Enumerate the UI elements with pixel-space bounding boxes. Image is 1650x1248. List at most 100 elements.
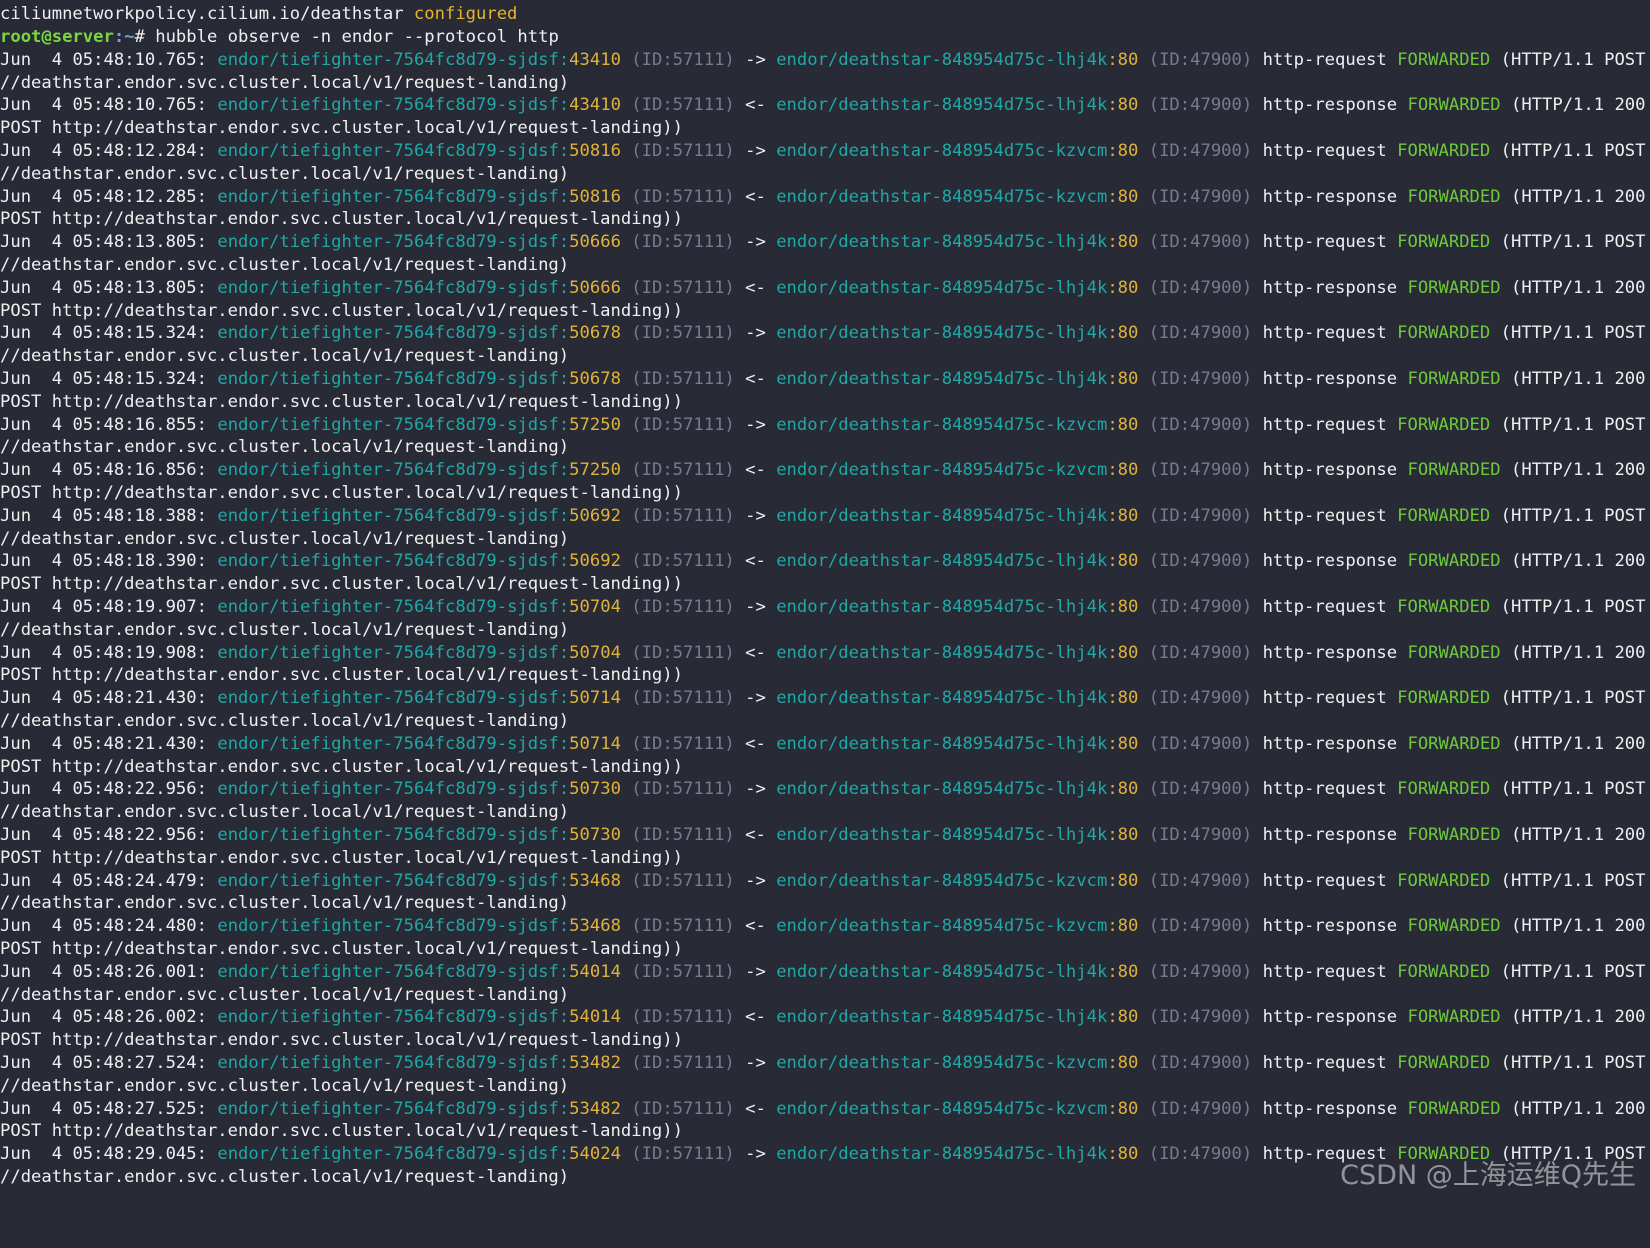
flow-destination-prefix: endor/deathstar-848954d75c- <box>776 323 1056 344</box>
flow-destination-pod: lhj4k <box>1055 733 1108 754</box>
flow-summary: (HTTP/1.1 POST http: <box>1500 141 1646 161</box>
flow-source-identity: (ID:57111) <box>631 961 735 982</box>
flow-summary: (HTTP/1.1 POST http: <box>1500 597 1646 617</box>
flow-destination-prefix: endor/deathstar-848954d75c- <box>776 414 1056 435</box>
flow-time: 05:48:27.524: <box>72 1053 207 1073</box>
flow-url: //deathstar.endor.svc.cluster.local/v1/r… <box>0 1167 570 1187</box>
flow-line: Jun 4 05:48:18.388: endor/tiefighter-756… <box>0 504 1650 528</box>
flow-destination-port: :80 <box>1107 505 1139 526</box>
flow-destination-prefix: endor/deathstar-848954d75c- <box>776 141 1056 161</box>
flow-direction: -> <box>745 1144 766 1165</box>
flow-direction: -> <box>745 505 766 526</box>
flow-line: Jun 4 05:48:10.765: endor/tiefighter-756… <box>0 93 1650 117</box>
flow-destination-pod: lhj4k <box>1055 232 1108 253</box>
flow-source-port: 57250 <box>569 460 621 481</box>
flow-destination-port: :80 <box>1107 916 1139 937</box>
flow-line: Jun 4 05:48:24.479: endor/tiefighter-756… <box>0 869 1650 893</box>
flow-source-pod: endor/tiefighter-7564fc8d79-sjdsf: <box>217 961 570 982</box>
flow-direction: <- <box>745 277 766 298</box>
flow-source-pod: endor/tiefighter-7564fc8d79-sjdsf: <box>217 1144 570 1165</box>
flow-destination-identity: (ID:47900) <box>1148 733 1253 754</box>
flow-wrap-line: //deathstar.endor.svc.cluster.local/v1/r… <box>0 983 569 1007</box>
flow-destination-identity: (ID:47900) <box>1148 779 1253 800</box>
flow-type: http-request <box>1262 323 1387 344</box>
flow-source-identity: (ID:57111) <box>631 232 735 253</box>
flow-direction: <- <box>745 825 766 845</box>
flow-destination-prefix: endor/deathstar-848954d75c- <box>776 505 1056 526</box>
flow-destination-prefix: endor/deathstar-848954d75c- <box>776 49 1056 70</box>
flow-destination-port: :80 <box>1107 733 1139 754</box>
flow-url: //deathstar.endor.svc.cluster.local/v1/r… <box>0 346 570 367</box>
flow-url: POST http://deathstar.endor.svc.cluster.… <box>0 574 683 595</box>
flow-source-identity: (ID:57111) <box>631 733 735 754</box>
flow-source-identity: (ID:57111) <box>631 1053 735 1073</box>
flow-destination-port: :80 <box>1107 642 1139 663</box>
flow-type: http-request <box>1262 505 1387 526</box>
flow-summary: (HTTP/1.1 200 1ms ( <box>1510 95 1646 116</box>
flow-destination-pod: kzvcm <box>1055 1053 1108 1073</box>
flow-wrap-line: //deathstar.endor.svc.cluster.local/v1/r… <box>0 162 569 186</box>
flow-source-port: 53482 <box>569 1098 621 1119</box>
flow-wrap-line: //deathstar.endor.svc.cluster.local/v1/r… <box>0 800 569 824</box>
flow-verdict: FORWARDED <box>1407 825 1501 845</box>
flow-time: 05:48:18.390: <box>72 551 207 572</box>
flow-destination-port: :80 <box>1107 49 1139 70</box>
flow-type: http-request <box>1262 688 1387 709</box>
flow-url: //deathstar.endor.svc.cluster.local/v1/r… <box>0 255 570 275</box>
flow-source-port: 50666 <box>569 277 621 298</box>
flow-destination-pod: lhj4k <box>1055 277 1108 298</box>
flow-destination-prefix: endor/deathstar-848954d75c- <box>776 688 1056 709</box>
flow-summary: (HTTP/1.1 POST http: <box>1500 688 1646 709</box>
flow-url: //deathstar.endor.svc.cluster.local/v1/r… <box>0 163 570 184</box>
flow-destination-port: :80 <box>1107 369 1139 389</box>
flow-destination-port: :80 <box>1107 186 1139 207</box>
flow-url: //deathstar.endor.svc.cluster.local/v1/r… <box>0 437 570 458</box>
flow-wrap-line: //deathstar.endor.svc.cluster.local/v1/r… <box>0 1165 569 1189</box>
flow-destination-identity: (ID:47900) <box>1148 642 1253 663</box>
terminal-window[interactable]: ciliumnetworkpolicy.cilium.io/deathstar … <box>0 0 1650 1248</box>
flow-wrap-line: POST http://deathstar.endor.svc.cluster.… <box>0 1119 683 1143</box>
flow-source-identity: (ID:57111) <box>631 1007 735 1028</box>
flow-source-identity: (ID:57111) <box>631 825 735 845</box>
flow-line: Jun 4 05:48:21.430: endor/tiefighter-756… <box>0 732 1650 756</box>
flow-direction: <- <box>745 186 766 207</box>
flow-url: //deathstar.endor.svc.cluster.local/v1/r… <box>0 984 570 1005</box>
flow-url: POST http://deathstar.endor.svc.cluster.… <box>0 939 683 959</box>
flow-line: Jun 4 05:48:19.908: endor/tiefighter-756… <box>0 641 1650 665</box>
flow-destination-prefix: endor/deathstar-848954d75c- <box>776 186 1056 207</box>
flow-wrap-line: POST http://deathstar.endor.svc.cluster.… <box>0 572 683 596</box>
flow-type: http-request <box>1262 961 1387 982</box>
flow-type: http-response <box>1262 460 1398 481</box>
flow-direction: -> <box>745 961 766 982</box>
flow-line: Jun 4 05:48:27.524: endor/tiefighter-756… <box>0 1051 1650 1075</box>
flow-source-pod: endor/tiefighter-7564fc8d79-sjdsf: <box>217 1007 570 1028</box>
flow-destination-identity: (ID:47900) <box>1148 1098 1253 1119</box>
flow-source-port: 43410 <box>569 95 621 116</box>
flow-destination-prefix: endor/deathstar-848954d75c- <box>776 551 1056 572</box>
flow-verdict: FORWARDED <box>1397 779 1491 800</box>
flow-date: Jun 4 <box>0 1053 63 1073</box>
flow-source-identity: (ID:57111) <box>631 95 735 116</box>
flow-line: Jun 4 05:48:19.907: endor/tiefighter-756… <box>0 595 1650 619</box>
flow-type: http-request <box>1262 414 1387 435</box>
flow-source-port: 50678 <box>569 369 621 389</box>
flow-time: 05:48:10.765: <box>72 95 207 116</box>
flow-destination-pod: lhj4k <box>1055 642 1108 663</box>
flow-destination-pod: lhj4k <box>1055 825 1108 845</box>
flow-destination-port: :80 <box>1107 870 1139 891</box>
flow-source-port: 50704 <box>569 642 621 663</box>
flow-source-identity: (ID:57111) <box>631 1098 735 1119</box>
flow-destination-pod: lhj4k <box>1055 1007 1108 1028</box>
flow-type: http-response <box>1262 551 1398 572</box>
flow-source-port: 57250 <box>569 414 621 435</box>
flow-destination-pod: kzvcm <box>1055 414 1108 435</box>
flow-destination-port: :80 <box>1107 961 1139 982</box>
flow-verdict: FORWARDED <box>1397 414 1491 435</box>
flow-destination-prefix: endor/deathstar-848954d75c- <box>776 1144 1056 1165</box>
flow-verdict: FORWARDED <box>1397 688 1491 709</box>
flow-line: Jun 4 05:48:12.284: endor/tiefighter-756… <box>0 139 1650 163</box>
flow-direction: -> <box>745 232 766 253</box>
flow-time: 05:48:21.430: <box>72 688 207 709</box>
flow-date: Jun 4 <box>0 277 63 298</box>
flow-type: http-response <box>1262 1007 1398 1028</box>
